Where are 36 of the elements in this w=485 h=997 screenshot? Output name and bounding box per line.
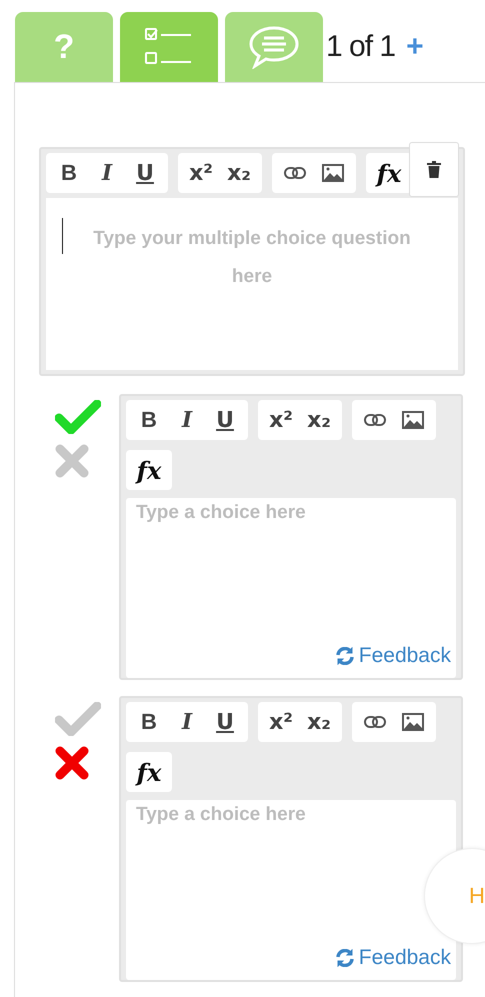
trash-icon (427, 161, 441, 178)
underline-button[interactable]: U (128, 155, 162, 191)
bold-button[interactable]: B (132, 704, 166, 740)
underline-button[interactable]: U (208, 402, 242, 438)
image-icon[interactable] (402, 411, 424, 429)
feedback-link[interactable]: Feedback (334, 946, 451, 970)
subscript-button[interactable]: x₂ (302, 704, 336, 740)
italic-button[interactable]: I (90, 155, 124, 191)
bold-button[interactable]: B (132, 402, 166, 438)
refresh-icon (334, 949, 355, 967)
speech-bubble-icon (247, 25, 301, 69)
delete-button[interactable] (409, 142, 459, 197)
check-icon[interactable] (55, 702, 101, 736)
refresh-icon (334, 647, 355, 665)
cross-icon[interactable] (55, 746, 89, 780)
bold-button[interactable]: B (52, 155, 86, 191)
formula-button[interactable]: fx (132, 452, 166, 488)
link-icon[interactable] (364, 414, 386, 426)
superscript-button[interactable]: x² (184, 155, 218, 191)
question-input[interactable]: Type your multiple choice question here (46, 198, 458, 370)
subscript-button[interactable]: x₂ (222, 155, 256, 191)
formula-button[interactable]: fx (132, 754, 166, 790)
feedback-link[interactable]: Feedback (334, 644, 451, 668)
italic-button[interactable]: I (170, 704, 204, 740)
page-counter: 1 of 1 (326, 30, 396, 64)
superscript-button[interactable]: x² (264, 402, 298, 438)
italic-button[interactable]: I (170, 402, 204, 438)
image-icon[interactable] (402, 713, 424, 731)
check-icon[interactable] (55, 400, 101, 434)
link-icon[interactable] (364, 716, 386, 728)
underline-button[interactable]: U (208, 704, 242, 740)
image-icon[interactable] (322, 164, 344, 182)
formula-button[interactable]: fx (372, 155, 406, 191)
superscript-button[interactable]: x² (264, 704, 298, 740)
subscript-button[interactable]: x₂ (302, 402, 336, 438)
link-icon[interactable] (284, 167, 306, 179)
